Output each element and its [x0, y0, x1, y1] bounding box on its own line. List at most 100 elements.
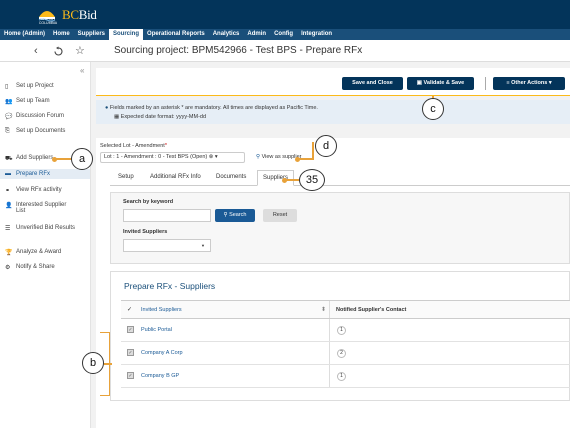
sidebar-item-label: View RFx activity	[16, 187, 62, 193]
logo-bid: Bid	[78, 7, 97, 22]
clear-icon[interactable]: ⊗	[209, 154, 214, 160]
table-row: ✓ Public Portal 1	[121, 319, 570, 342]
nav-integration[interactable]: Integration	[297, 29, 336, 40]
sidebar-item-label: Interested Supplier List	[16, 202, 67, 214]
emblem-subtext: BRITISH COLUMBIA	[38, 17, 58, 25]
chevron-down-icon: ▼	[201, 243, 205, 248]
info-banner: ● Fields marked by an asterisk * are man…	[96, 100, 570, 124]
bcbid-logo[interactable]: BCBid	[62, 7, 97, 23]
tab-additional-rfx-info[interactable]: Additional RFx Info	[150, 174, 201, 180]
nav-sourcing[interactable]: Sourcing	[109, 29, 144, 40]
info-line-1: Fields marked by an asterisk * are manda…	[109, 105, 318, 111]
column-invited-suppliers[interactable]: Invited Suppliers	[141, 307, 182, 313]
search-icon: ⚲	[223, 212, 228, 218]
validate-save-label: Validate & Save	[423, 80, 465, 86]
calendar-icon: ▦	[114, 114, 120, 120]
annotation-d: d	[315, 135, 337, 157]
sidebar-item-analyze-award[interactable]: 🏆 Analyze & Award	[5, 249, 89, 256]
sort-icon[interactable]: ⬍	[321, 306, 326, 313]
column-divider	[329, 365, 330, 387]
sidebar-item-notify-share[interactable]: ⚙ Notify & Share	[5, 264, 89, 271]
share-icon: ⚙	[5, 265, 11, 271]
supplier-name-link[interactable]: Company B GP	[141, 373, 179, 379]
star-icon[interactable]: ☆	[75, 44, 85, 57]
nav-home-admin[interactable]: Home (Admin)	[0, 29, 49, 40]
suppliers-table: ✓ Invited Suppliers ⬍ Notified Supplier'…	[121, 300, 570, 388]
back-arrow-icon[interactable]: ‹	[34, 45, 38, 57]
lot-select[interactable]: Lot : 1 - Amendment : 0 - Test BPS (Open…	[100, 152, 245, 163]
folder-icon: ▬	[5, 171, 11, 177]
table-row: ✓ Company A Corp 2	[121, 342, 570, 365]
nav-home[interactable]: Home	[49, 29, 74, 40]
supplier-name-link[interactable]: Company A Corp	[141, 350, 183, 356]
column-divider	[329, 301, 330, 318]
sidebar-item-label: Unverified Bid Results	[16, 225, 76, 231]
annotation-c: c	[422, 98, 444, 120]
sidebar-item-set-up-documents[interactable]: ⎘ Set up Documents	[5, 128, 89, 135]
sidebar-item-interested-supplier-list[interactable]: 👤 Interested Supplier List	[5, 202, 89, 214]
row-checkbox[interactable]: ✓	[127, 372, 134, 379]
validate-icon: ▣	[416, 80, 424, 86]
documents-icon: ⎘	[5, 128, 10, 134]
sidebar-item-discussion-forum[interactable]: 💬 Discussion Forum	[5, 113, 89, 120]
nav-operational-reports[interactable]: Operational Reports	[143, 29, 209, 40]
collapse-sidebar-icon[interactable]: «	[80, 66, 84, 75]
sidebar-item-label: Add Suppliers	[16, 155, 54, 161]
other-actions-button[interactable]: ≡ Other Actions ▾	[493, 77, 565, 90]
row-checkbox[interactable]: ✓	[127, 349, 134, 356]
main-nav: Home (Admin) Home Suppliers Sourcing Ope…	[0, 29, 570, 40]
contact-count-badge: 2	[337, 349, 346, 358]
row-checkbox[interactable]: ✓	[127, 326, 134, 333]
suppliers-title: Prepare RFx - Suppliers	[124, 281, 216, 291]
sidebar-item-set-up-project[interactable]: ▯ Set up Project	[5, 83, 89, 90]
table-row: ✓ Company B GP 1	[121, 365, 570, 388]
suppliers-panel: Prepare RFx - Suppliers ✓ Invited Suppli…	[110, 271, 570, 401]
nav-analytics[interactable]: Analytics	[209, 29, 244, 40]
sidebar-item-set-up-team[interactable]: 👥 Set up Team	[5, 98, 89, 105]
action-bar: Save and Close ▣ Validate & Save ≡ Other…	[96, 68, 570, 96]
history-icon[interactable]	[53, 46, 64, 57]
tab-setup[interactable]: Setup	[118, 174, 134, 180]
annotation-b-line	[104, 363, 112, 365]
binoculars-icon: ⚭	[5, 188, 11, 194]
column-divider	[329, 319, 330, 341]
tab-bar: Setup Additional RFx Info Documents Supp…	[110, 170, 570, 186]
search-button[interactable]: ⚲ Search	[215, 209, 255, 222]
select-all-check-icon[interactable]: ✓	[127, 306, 132, 313]
tab-documents[interactable]: Documents	[216, 174, 246, 180]
supplier-name-link[interactable]: Public Portal	[141, 327, 172, 333]
annotation-b: b	[82, 352, 104, 374]
annotation-35-line	[285, 179, 299, 181]
contact-count-badge: 1	[337, 326, 346, 335]
annotation-a: a	[71, 148, 93, 170]
sidebar-item-label: Set up Project	[16, 83, 54, 89]
sidebar-item-prepare-rfx[interactable]: ▬ Prepare RFx	[0, 169, 90, 179]
validate-save-button[interactable]: ▣ Validate & Save	[407, 77, 474, 90]
truck-icon: ⛟	[5, 156, 13, 162]
trophy-icon: 🏆	[5, 250, 13, 256]
search-icon: ⚲	[256, 154, 261, 160]
reset-button[interactable]: Reset	[263, 209, 297, 222]
main-content: Save and Close ▣ Validate & Save ≡ Other…	[91, 62, 570, 428]
annotation-d-dot	[295, 157, 300, 162]
nav-suppliers[interactable]: Suppliers	[74, 29, 109, 40]
tab-suppliers[interactable]: Suppliers	[257, 170, 295, 186]
save-and-close-button[interactable]: Save and Close	[342, 77, 403, 90]
title-row: ‹ ☆ Sourcing project: BPM542966 - Test B…	[0, 40, 570, 62]
search-button-label: Search	[229, 212, 247, 218]
lot-label-text: Selected Lot - Amendment	[100, 143, 165, 149]
sidebar-item-view-rfx-activity[interactable]: ⚭ View RFx activity	[5, 187, 89, 194]
sidebar-item-label: Prepare RFx	[16, 171, 51, 177]
lot-select-value: Lot : 1 - Amendment : 0 - Test BPS (Open…	[104, 154, 208, 160]
keyword-label: Search by keyword	[123, 199, 174, 205]
table-header: ✓ Invited Suppliers ⬍ Notified Supplier'…	[121, 300, 570, 319]
sidebar: « ▯ Set up Project 👥 Set up Team 💬 Discussi…	[0, 62, 91, 428]
nav-admin[interactable]: Admin	[243, 29, 270, 40]
info-icon: ●	[105, 105, 109, 111]
invited-suppliers-label: Invited Suppliers	[123, 229, 168, 235]
nav-config[interactable]: Config	[270, 29, 297, 40]
sidebar-item-unverified-bid-results[interactable]: ☰ Unverified Bid Results	[5, 225, 89, 232]
keyword-input[interactable]	[123, 209, 211, 222]
search-panel: Search by keyword ⚲ Search Reset Invited…	[110, 192, 570, 264]
invited-suppliers-select[interactable]	[123, 239, 211, 252]
